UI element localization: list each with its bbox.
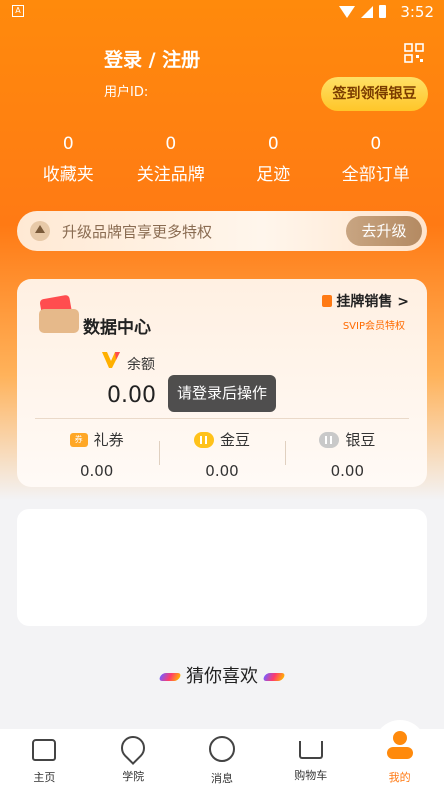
stat-label: 关注品牌: [136, 165, 205, 185]
app-badge: A: [12, 5, 24, 17]
svip-privilege-note: SVIP会员特权: [342, 321, 405, 332]
tab-cart[interactable]: 购物车: [266, 729, 355, 788]
qr-code-icon[interactable]: [404, 43, 424, 63]
upgrade-text: 升级品牌官享更多特权: [62, 223, 213, 241]
stat-all-orders[interactable]: 0 全部订单: [325, 134, 428, 185]
stat-value: 0: [165, 134, 177, 154]
login-required-toast: 请登录后操作: [168, 375, 276, 412]
stat-value: 0: [62, 134, 74, 154]
tab-label: 我的: [388, 771, 411, 784]
listing-sale-link[interactable]: 挂牌销售 >: [322, 291, 409, 311]
battery-icon: [379, 5, 386, 18]
stat-label: 全部订单: [341, 165, 410, 185]
stat-followed-brands[interactable]: 0 关注品牌: [120, 134, 223, 185]
signin-button[interactable]: 签到领得银豆: [321, 77, 428, 111]
coupon-icon: 券: [69, 432, 88, 447]
divider: [35, 418, 409, 419]
placeholder-card: [17, 509, 427, 626]
listing-icon: [322, 295, 333, 307]
recommend-title: 猜你喜欢: [186, 666, 258, 687]
asset-label: 礼券: [93, 431, 124, 449]
asset-gold-beans[interactable]: 金豆 0.00: [159, 429, 284, 480]
stat-label: 足迹: [256, 165, 291, 185]
assets-row: 券礼券 0.00 金豆 0.00 银豆 0.00: [34, 429, 410, 480]
bottom-tab-bar: 主页 学院 消息 购物车 我的: [0, 729, 444, 788]
login-register-link[interactable]: 登录 / 注册: [104, 45, 200, 72]
silver-bean-icon: [319, 431, 340, 448]
status-bar: A 3:52: [0, 0, 444, 24]
tab-home[interactable]: 主页: [0, 729, 89, 788]
wifi-icon: [339, 5, 355, 18]
tab-label: 消息: [210, 772, 233, 785]
academy-icon: [116, 731, 151, 765]
asset-value: 0.00: [205, 462, 239, 480]
stat-label: 收藏夹: [42, 165, 94, 185]
asset-value: 0.00: [79, 462, 114, 480]
wallet-icon: [39, 294, 79, 333]
v-logo-icon: [102, 352, 120, 368]
tab-me[interactable]: 我的: [355, 729, 444, 788]
data-center-title: 数据中心: [83, 318, 151, 338]
stat-favorites[interactable]: 0 收藏夹: [17, 134, 120, 185]
balance-value: 0.00: [107, 383, 156, 408]
tab-messages[interactable]: 消息: [178, 729, 267, 788]
recommend-heading: 猜你喜欢: [0, 662, 444, 688]
stat-value: 0: [267, 134, 279, 154]
user-id-label: 用户ID:: [104, 85, 149, 100]
decor-right-icon: [262, 673, 286, 681]
gold-bean-icon: [193, 431, 214, 448]
message-icon: [208, 736, 235, 762]
upgrade-banner[interactable]: 升级品牌官享更多特权 去升级: [17, 211, 427, 251]
home-icon: [32, 739, 57, 761]
signal-icon: [361, 5, 373, 18]
listing-sale-label: 挂牌销售 >: [336, 294, 409, 310]
tab-academy[interactable]: 学院: [89, 729, 178, 788]
upgrade-button[interactable]: 去升级: [346, 216, 422, 246]
stat-footprints[interactable]: 0 足迹: [222, 134, 325, 185]
stats-row: 0 收藏夹 0 关注品牌 0 足迹 0 全部订单: [17, 134, 427, 185]
status-time: 3:52: [400, 3, 434, 21]
asset-coupons[interactable]: 券礼券 0.00: [34, 429, 159, 480]
tab-label: 学院: [122, 770, 145, 783]
stat-value: 0: [370, 134, 382, 154]
asset-value: 0.00: [330, 462, 365, 480]
tab-label: 主页: [33, 771, 56, 784]
tab-label: 购物车: [294, 769, 328, 782]
asset-label: 银豆: [345, 431, 376, 449]
upgrade-arrow-icon: [30, 221, 50, 241]
profile-icon: [385, 731, 415, 761]
decor-left-icon: [158, 673, 182, 681]
cart-icon: [298, 741, 323, 759]
asset-label: 金豆: [219, 431, 250, 449]
status-icons: [339, 5, 386, 18]
asset-silver-beans[interactable]: 银豆 0.00: [284, 429, 410, 480]
balance-label: 余额: [127, 357, 155, 373]
